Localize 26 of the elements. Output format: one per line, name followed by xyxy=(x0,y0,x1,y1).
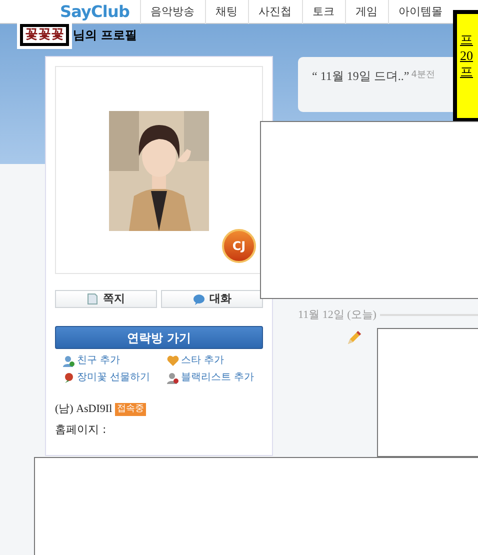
user-id: (남) AsDI9Il xyxy=(55,402,112,417)
online-badge: 접속중 xyxy=(115,402,146,416)
homepage-label: 홈페이지 : xyxy=(55,422,108,438)
popup-link[interactable]: 프 xyxy=(460,64,478,80)
popup-link[interactable]: 프 xyxy=(460,32,478,48)
status-text: “ 11월 19일 드뎌..” xyxy=(312,68,410,85)
note-button[interactable]: 쪽지 xyxy=(55,290,157,308)
nickname-label: 꽃꽃꽃 xyxy=(20,24,69,46)
profile-action-link[interactable]: 장미꽃 선물하기 xyxy=(63,370,167,385)
popup-link[interactable]: 20 xyxy=(460,48,478,64)
contact-room-button[interactable]: 연락방 가기 xyxy=(55,326,263,349)
profile-title: 님의 프로필 xyxy=(73,27,138,44)
profile-action-link[interactable]: 친구 추가 xyxy=(63,353,167,368)
profile-action-link[interactable]: 블랙리스트 추가 xyxy=(167,370,263,385)
speech-bubble-icon xyxy=(192,294,204,304)
person-block-icon xyxy=(167,372,179,384)
profile-action-link[interactable]: 스타 추가 xyxy=(167,353,263,368)
heart-icon xyxy=(167,354,179,366)
note-icon xyxy=(87,293,98,305)
timeline-date: 11월 12일 (오늘) xyxy=(298,308,376,323)
chat-button[interactable]: 대화 xyxy=(161,290,263,308)
rose-icon xyxy=(63,372,75,384)
pencil-icon xyxy=(346,330,362,346)
status-time: 4분전 xyxy=(411,69,435,82)
cj-badge: CJ xyxy=(222,229,256,263)
person-add-icon xyxy=(63,354,75,366)
